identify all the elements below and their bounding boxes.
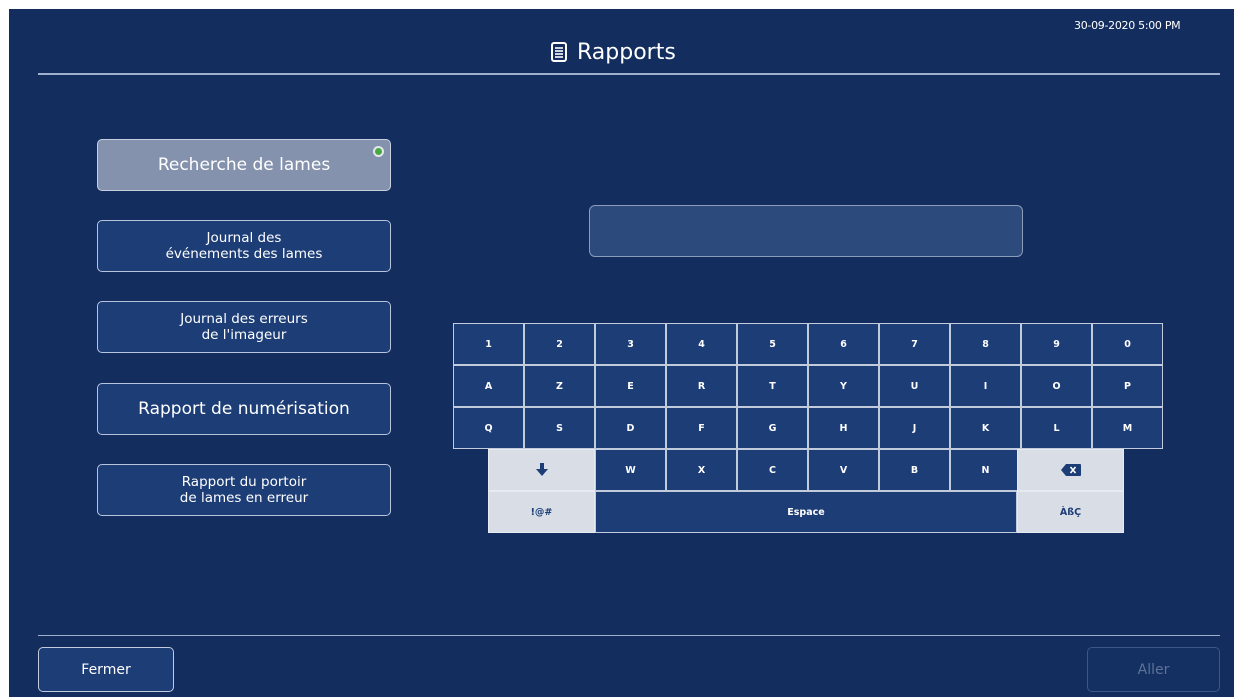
symbols-key-label: !@# xyxy=(530,506,553,518)
imager-error-log-label: Journal des erreurs de l'imageur xyxy=(180,311,308,343)
keyboard-key[interactable]: X xyxy=(666,449,737,491)
slide-search-button[interactable]: Recherche de lames xyxy=(97,139,391,191)
keyboard-key[interactable]: O xyxy=(1021,365,1092,407)
slide-event-log-button[interactable]: Journal des événements des lames xyxy=(97,220,391,272)
datetime-display: 30-09-2020 5:00 PM xyxy=(1074,19,1181,32)
space-key[interactable]: Espace xyxy=(595,491,1017,533)
document-list-icon xyxy=(551,42,567,62)
keyboard-key[interactable]: V xyxy=(808,449,879,491)
keyboard-key[interactable]: N xyxy=(950,449,1021,491)
keyboard-key[interactable]: Z xyxy=(524,365,595,407)
keyboard-key[interactable]: G xyxy=(737,407,808,449)
error-rack-report-button[interactable]: Rapport du portoir de lames en erreur xyxy=(97,464,391,516)
active-indicator-icon xyxy=(373,146,384,157)
page-title: Rapports xyxy=(577,39,676,65)
search-input[interactable] xyxy=(589,205,1023,257)
keyboard-key[interactable]: 6 xyxy=(808,323,879,365)
go-button[interactable]: Aller xyxy=(1087,647,1220,692)
keyboard-key[interactable]: Q xyxy=(453,407,524,449)
arrow-down-icon xyxy=(535,463,548,476)
backspace-key[interactable] xyxy=(1017,449,1124,491)
keyboard-key[interactable]: C xyxy=(737,449,808,491)
keyboard-key[interactable]: 9 xyxy=(1021,323,1092,365)
keyboard-key[interactable]: J xyxy=(879,407,950,449)
scan-report-button[interactable]: Rapport de numérisation xyxy=(97,383,391,435)
backspace-icon xyxy=(1060,464,1081,476)
keyboard-key[interactable]: 7 xyxy=(879,323,950,365)
accents-key-label: ÀßÇ xyxy=(1059,506,1082,518)
keyboard-key[interactable]: B xyxy=(879,449,950,491)
reports-screen: Rapports 30-09-2020 5:00 PM Recherche de… xyxy=(9,9,1234,697)
keyboard-key[interactable]: R xyxy=(666,365,737,407)
keyboard-key[interactable]: M xyxy=(1092,407,1163,449)
keyboard-key[interactable]: L xyxy=(1021,407,1092,449)
slide-event-log-label: Journal des événements des lames xyxy=(165,230,323,262)
error-rack-report-label: Rapport du portoir de lames en erreur xyxy=(179,474,309,506)
keyboard-key[interactable]: H xyxy=(808,407,879,449)
keyboard-key[interactable]: 2 xyxy=(524,323,595,365)
keyboard-key[interactable]: 5 xyxy=(737,323,808,365)
imager-error-log-button[interactable]: Journal des erreurs de l'imageur xyxy=(97,301,391,353)
go-button-label: Aller xyxy=(1137,661,1170,678)
keyboard-key[interactable]: 0 xyxy=(1092,323,1163,365)
keyboard-key[interactable]: W xyxy=(595,449,666,491)
scan-report-label: Rapport de numérisation xyxy=(138,399,350,419)
keyboard-key[interactable]: 1 xyxy=(453,323,524,365)
keyboard-key[interactable]: Y xyxy=(808,365,879,407)
keyboard-key[interactable]: F xyxy=(666,407,737,449)
symbols-key[interactable]: !@# xyxy=(488,491,595,533)
keyboard-key[interactable]: S xyxy=(524,407,595,449)
space-key-label: Espace xyxy=(787,506,825,518)
keyboard-key[interactable]: K xyxy=(950,407,1021,449)
keyboard-key[interactable]: 3 xyxy=(595,323,666,365)
keyboard-key[interactable]: 8 xyxy=(950,323,1021,365)
keyboard-key[interactable]: D xyxy=(595,407,666,449)
close-button-label: Fermer xyxy=(81,661,131,678)
shift-key[interactable] xyxy=(488,449,595,491)
keyboard-key[interactable]: P xyxy=(1092,365,1163,407)
keyboard-key[interactable]: T xyxy=(737,365,808,407)
close-button[interactable]: Fermer xyxy=(38,647,174,692)
keyboard-key[interactable]: U xyxy=(879,365,950,407)
footer-divider xyxy=(38,635,1220,636)
accents-key[interactable]: ÀßÇ xyxy=(1017,491,1124,533)
keyboard-key[interactable]: I xyxy=(950,365,1021,407)
slide-search-label: Recherche de lames xyxy=(157,155,331,175)
keyboard-key[interactable]: A xyxy=(453,365,524,407)
header-divider xyxy=(38,73,1220,75)
page-header: Rapports xyxy=(551,38,676,66)
keyboard-key[interactable]: E xyxy=(595,365,666,407)
keyboard-key[interactable]: 4 xyxy=(666,323,737,365)
